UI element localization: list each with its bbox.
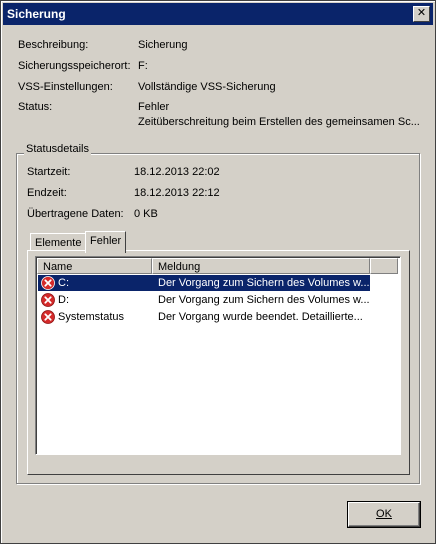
column-header-name-label: Name xyxy=(43,261,73,273)
error-icon xyxy=(41,276,55,290)
storage-location-value: F: xyxy=(138,60,148,72)
description-value: Sicherung xyxy=(138,39,188,51)
list-item[interactable]: D: Der Vorgang zum Sichern des Volumes w… xyxy=(38,292,370,308)
column-header-message-label: Meldung xyxy=(158,261,201,273)
row-message: Der Vorgang wurde beendet. Detaillierte.… xyxy=(158,311,363,323)
start-time-label: Startzeit: xyxy=(27,166,71,178)
transferred-data-value: 0 KB xyxy=(134,208,158,220)
ok-button-label: OK xyxy=(376,508,392,520)
statusdetails-title: Statusdetails xyxy=(24,143,91,155)
list-item[interactable]: Systemstatus Der Vorgang wurde beendet. … xyxy=(38,309,370,325)
row-name: Systemstatus xyxy=(58,311,125,323)
tab-fehler-label: Fehler xyxy=(90,235,122,247)
row-message: Der Vorgang zum Sichern des Volumes w... xyxy=(158,294,370,306)
status-detail-text: Zeitüberschreitung beim Erstellen des ge… xyxy=(138,116,420,128)
close-icon: ✕ xyxy=(416,7,427,19)
row-name: D: xyxy=(58,294,69,306)
status-value: Fehler xyxy=(138,101,170,113)
error-icon xyxy=(41,310,55,324)
row-message: Der Vorgang zum Sichern des Volumes w... xyxy=(158,277,370,289)
end-time-value: 18.12.2013 22:12 xyxy=(134,187,220,199)
list-item[interactable]: C: Der Vorgang zum Sichern des Volumes w… xyxy=(38,275,370,291)
transferred-data-label: Übertragene Daten: xyxy=(27,208,124,220)
description-label: Beschreibung: xyxy=(18,39,89,51)
tab-fehler[interactable]: Fehler xyxy=(85,231,127,253)
tab-elemente-label: Elemente xyxy=(35,237,82,249)
title-bar[interactable]: Sicherung ✕ xyxy=(3,3,433,25)
error-list[interactable]: Name Meldung C: Der Vorgang zum Sichern … xyxy=(35,256,401,455)
column-header-message[interactable]: Meldung xyxy=(152,258,370,274)
status-label: Status: xyxy=(18,101,53,113)
error-icon xyxy=(41,293,55,307)
column-header-filler xyxy=(370,258,398,274)
end-time-label: Endzeit: xyxy=(27,187,67,199)
ok-button[interactable]: OK xyxy=(348,502,420,527)
window-title: Sicherung xyxy=(7,7,66,21)
close-button[interactable]: ✕ xyxy=(413,6,430,22)
dialog-window: Sicherung ✕ Beschreibung: Sicherung Sich… xyxy=(0,0,436,544)
row-name: C: xyxy=(58,277,69,289)
start-time-value: 18.12.2013 22:02 xyxy=(134,166,220,178)
vss-settings-value: Vollständige VSS-Sicherung xyxy=(138,81,276,93)
storage-location-label: Sicherungsspeicherort: xyxy=(18,60,131,72)
column-header-name[interactable]: Name xyxy=(37,258,152,274)
vss-settings-label: VSS-Einstellungen: xyxy=(18,81,113,93)
